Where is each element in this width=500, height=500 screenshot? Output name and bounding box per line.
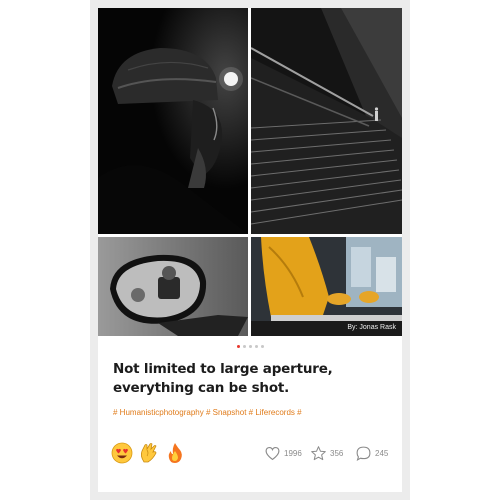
photo-yellow-raincoat[interactable]: By: Jonas Rask [251,237,402,336]
photo-credit: By: Jonas Rask [347,324,396,331]
post-card: By: Jonas Rask Not limited to large aper… [90,0,410,500]
comment-stat[interactable]: 245 [355,445,388,462]
star-icon[interactable] [310,445,327,462]
comment-count: 245 [375,449,389,458]
post-actions-bar: 1996 356 245 [111,442,396,466]
heart-icon[interactable] [264,445,281,462]
carousel-dot[interactable] [242,345,246,348]
favorite-count: 356 [330,449,344,458]
comment-bubble-icon[interactable] [355,445,372,462]
photo-side-mirror[interactable] [98,237,248,336]
photo-staircase[interactable] [251,8,402,234]
post-title: Not limited to large aperture, everythin… [113,360,393,398]
clapping-hands-emoji-icon[interactable] [138,442,160,464]
like-count: 1996 [284,449,302,458]
carousel-dot[interactable] [248,345,252,348]
photo-portrait[interactable] [98,8,248,234]
carousel-indicator[interactable] [98,345,402,348]
post-title-line: Not limited to large aperture, [113,361,333,377]
heart-eyes-emoji-icon[interactable] [111,442,133,464]
carousel-dot[interactable] [260,345,264,348]
post-title-line: everything can be shot. [113,380,290,396]
post-tags[interactable]: # Humanisticphotography # Snapshot # Lif… [113,408,302,417]
fire-emoji-icon[interactable] [164,442,186,464]
post-card-inner: By: Jonas Rask Not limited to large aper… [98,8,402,492]
favorite-stat[interactable]: 356 [310,445,343,462]
carousel-dot[interactable] [254,345,258,348]
carousel-dot-active[interactable] [236,345,240,348]
like-stat[interactable]: 1996 [264,445,302,462]
photo-grid: By: Jonas Rask [98,8,402,336]
